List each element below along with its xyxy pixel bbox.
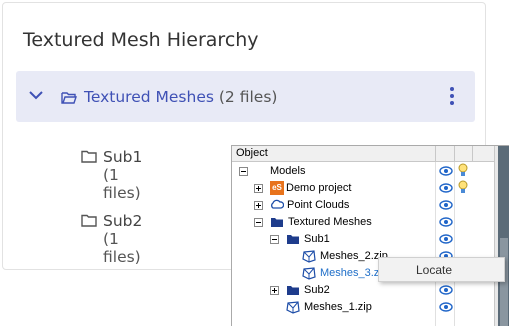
row-label-group: Textured Meshes (2 files) <box>84 88 277 106</box>
tree-label: Point Clouds <box>287 199 350 211</box>
folder-icon <box>287 286 299 295</box>
column-header-object[interactable]: Object <box>236 147 268 159</box>
more-options-icon[interactable] <box>449 87 455 107</box>
row-label-group: Sub2 (1 files) <box>103 212 142 266</box>
expand-icon[interactable] <box>270 286 279 295</box>
eye-icon[interactable] <box>439 183 453 193</box>
folder-icon <box>287 235 299 244</box>
tree-label: Textured Meshes <box>288 216 372 228</box>
folder-open-icon <box>61 92 77 104</box>
eye-icon[interactable] <box>439 166 453 176</box>
expand-icon[interactable] <box>254 184 263 193</box>
context-menu-item-locate[interactable]: Locate <box>382 260 501 279</box>
mesh-icon <box>302 267 316 280</box>
eye-icon[interactable] <box>439 200 453 210</box>
tree-label: Meshes_1.zip <box>304 301 372 313</box>
file-count: (1 files) <box>103 166 141 202</box>
lightbulb-icon[interactable] <box>458 180 468 195</box>
folder-icon <box>81 150 97 163</box>
tree-row-textured-meshes[interactable]: Textured Meshes <box>232 214 494 231</box>
cloud-icon <box>271 199 284 209</box>
tree-row-sub2[interactable]: Sub2 <box>232 282 494 299</box>
tree-row-models[interactable]: Models <box>232 163 494 180</box>
eye-icon[interactable] <box>439 302 453 312</box>
tree-row-meshes-1[interactable]: Meshes_1.zip <box>232 299 494 316</box>
hierarchy-row-textured-meshes[interactable]: Textured Meshes (2 files) <box>16 71 475 122</box>
lightbulb-icon[interactable] <box>458 163 468 178</box>
tree-row-point-clouds[interactable]: Point Clouds <box>232 197 494 214</box>
tree-header: Object <box>232 146 509 162</box>
eye-icon[interactable] <box>439 217 453 227</box>
row-label-group: Sub1 (1 files) <box>103 148 142 202</box>
file-count: (1 files) <box>103 230 141 266</box>
context-menu: Locate <box>378 257 505 282</box>
mesh-icon <box>302 250 316 263</box>
project-badge-icon: eS <box>270 181 284 195</box>
collapse-icon[interactable] <box>239 167 248 176</box>
folder-icon <box>81 214 97 227</box>
tree-label: Models <box>270 165 306 177</box>
card-title: Textured Mesh Hierarchy <box>23 29 259 51</box>
eye-icon[interactable] <box>439 285 453 295</box>
collapse-icon[interactable] <box>254 218 263 227</box>
object-tree-panel: Object Models eS Demo project Point Clou… <box>231 145 509 326</box>
row-label: Sub1 <box>103 148 143 166</box>
mesh-icon <box>286 301 300 314</box>
folder-icon <box>271 218 283 227</box>
file-count: (2 files) <box>218 88 278 106</box>
row-label: Textured Meshes <box>84 88 214 106</box>
tree-row-demo-project[interactable]: eS Demo project <box>232 180 494 197</box>
tree-row-sub1[interactable]: Sub1 <box>232 231 494 248</box>
collapse-icon[interactable] <box>270 235 279 244</box>
chevron-down-icon[interactable] <box>29 90 43 100</box>
viewport-edge <box>494 146 509 326</box>
tree-label: Sub2 <box>304 284 330 296</box>
context-menu-label: Locate <box>416 263 453 277</box>
expand-icon[interactable] <box>254 201 263 210</box>
eye-icon[interactable] <box>439 234 453 244</box>
tree-label: Sub1 <box>304 233 330 245</box>
row-label: Sub2 <box>103 212 143 230</box>
tree-label: Demo project <box>286 182 352 194</box>
